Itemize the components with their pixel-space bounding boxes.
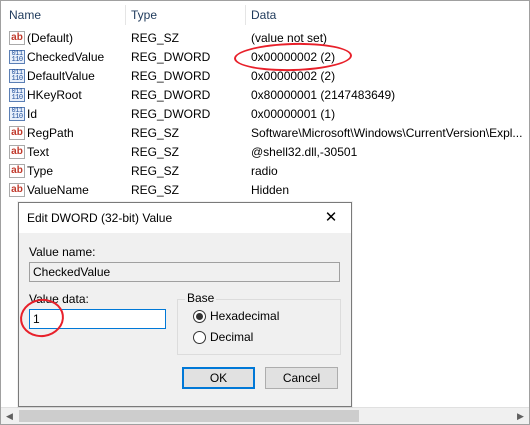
binary-value-icon: 011 110 [9,50,25,64]
value-name-cell: DefaultValue [27,69,95,83]
base-group [177,299,341,355]
string-value-icon: ab [9,126,25,140]
radio-selected-dot [196,313,203,320]
value-data-cell: @shell32.dll,-30501 [251,145,358,159]
value-type-cell: REG_SZ [131,164,180,178]
value-name-cell: RegPath [27,126,74,140]
value-name-cell: Type [27,164,54,178]
binary-value-icon: 011 110 [9,88,25,102]
cancel-button[interactable]: Cancel [265,367,338,389]
value-type-cell: REG_DWORD [131,88,211,102]
column-divider[interactable] [125,5,126,25]
value-type-cell: REG_SZ [131,126,180,140]
value-name-cell: Text [27,145,50,159]
binary-value-icon: 011 110 [9,69,25,83]
value-name-label: Value name: [29,245,96,259]
close-icon[interactable]: ✕ [311,203,351,233]
value-data-cell: 0x80000001 (2147483649) [251,88,396,102]
string-value-icon: ab [9,31,25,45]
scroll-left-icon[interactable]: ◀ [1,408,18,424]
column-header: Name Type Data [1,1,529,29]
value-row[interactable]: ab Text REG_SZ @shell32.dll,-30501 [1,143,529,162]
string-value-icon: ab [9,164,25,178]
value-type-cell: REG_SZ [131,145,180,159]
value-row[interactable]: 011 110 HKeyRoot REG_DWORD 0x80000001 (2147… [1,86,529,105]
base-group-label: Base [185,291,217,305]
hexadecimal-radio[interactable] [193,310,206,323]
edit-dword-dialog: Edit DWORD (32-bit) Value ✕ Value name: … [17,202,352,407]
scroll-right-icon[interactable]: ▶ [512,408,529,424]
value-data-cell: Hidden [251,183,290,197]
column-data-header[interactable]: Data [251,1,276,29]
dialog-title: Edit DWORD (32-bit) Value [27,211,173,225]
value-type-cell: REG_DWORD [131,69,211,83]
value-data-cell: 0x00000001 (1) [251,107,336,121]
column-divider[interactable] [245,5,246,25]
ok-button[interactable]: OK [182,367,255,389]
dialog-titlebar[interactable]: Edit DWORD (32-bit) Value ✕ [19,203,351,233]
value-name-cell: HKeyRoot [27,88,82,102]
decimal-label[interactable]: Decimal [210,330,253,344]
horizontal-scrollbar[interactable]: ◀ ▶ [1,407,529,424]
column-name-header[interactable]: Name [9,1,41,29]
value-data-cell: Software\Microsoft\Windows\CurrentVersio… [251,126,523,140]
value-row[interactable]: ab ValueName REG_SZ Hidden [1,181,529,200]
scrollbar-thumb[interactable] [19,410,359,422]
value-row[interactable]: 011 110 Id REG_DWORD 0x00000001 (1) [1,105,529,124]
string-value-icon: ab [9,183,25,197]
value-name-cell: Id [27,107,38,121]
value-row[interactable]: ab RegPath REG_SZ Software\Microsoft\Window… [1,124,529,143]
string-value-icon: ab [9,145,25,159]
value-name-cell: (Default) [27,31,74,45]
binary-value-icon: 011 110 [9,107,25,121]
value-type-cell: REG_DWORD [131,50,211,64]
hexadecimal-label[interactable]: Hexadecimal [210,309,279,323]
value-data-cell: radio [251,164,278,178]
value-name-field[interactable]: CheckedValue [29,262,340,282]
value-type-cell: REG_SZ [131,31,180,45]
value-name-cell: CheckedValue [27,50,105,64]
value-type-cell: REG_DWORD [131,107,211,121]
value-type-cell: REG_SZ [131,183,180,197]
column-type-header[interactable]: Type [131,1,157,29]
value-name-cell: ValueName [27,183,89,197]
value-row[interactable]: ab Type REG_SZ radio [1,162,529,181]
decimal-radio[interactable] [193,331,206,344]
